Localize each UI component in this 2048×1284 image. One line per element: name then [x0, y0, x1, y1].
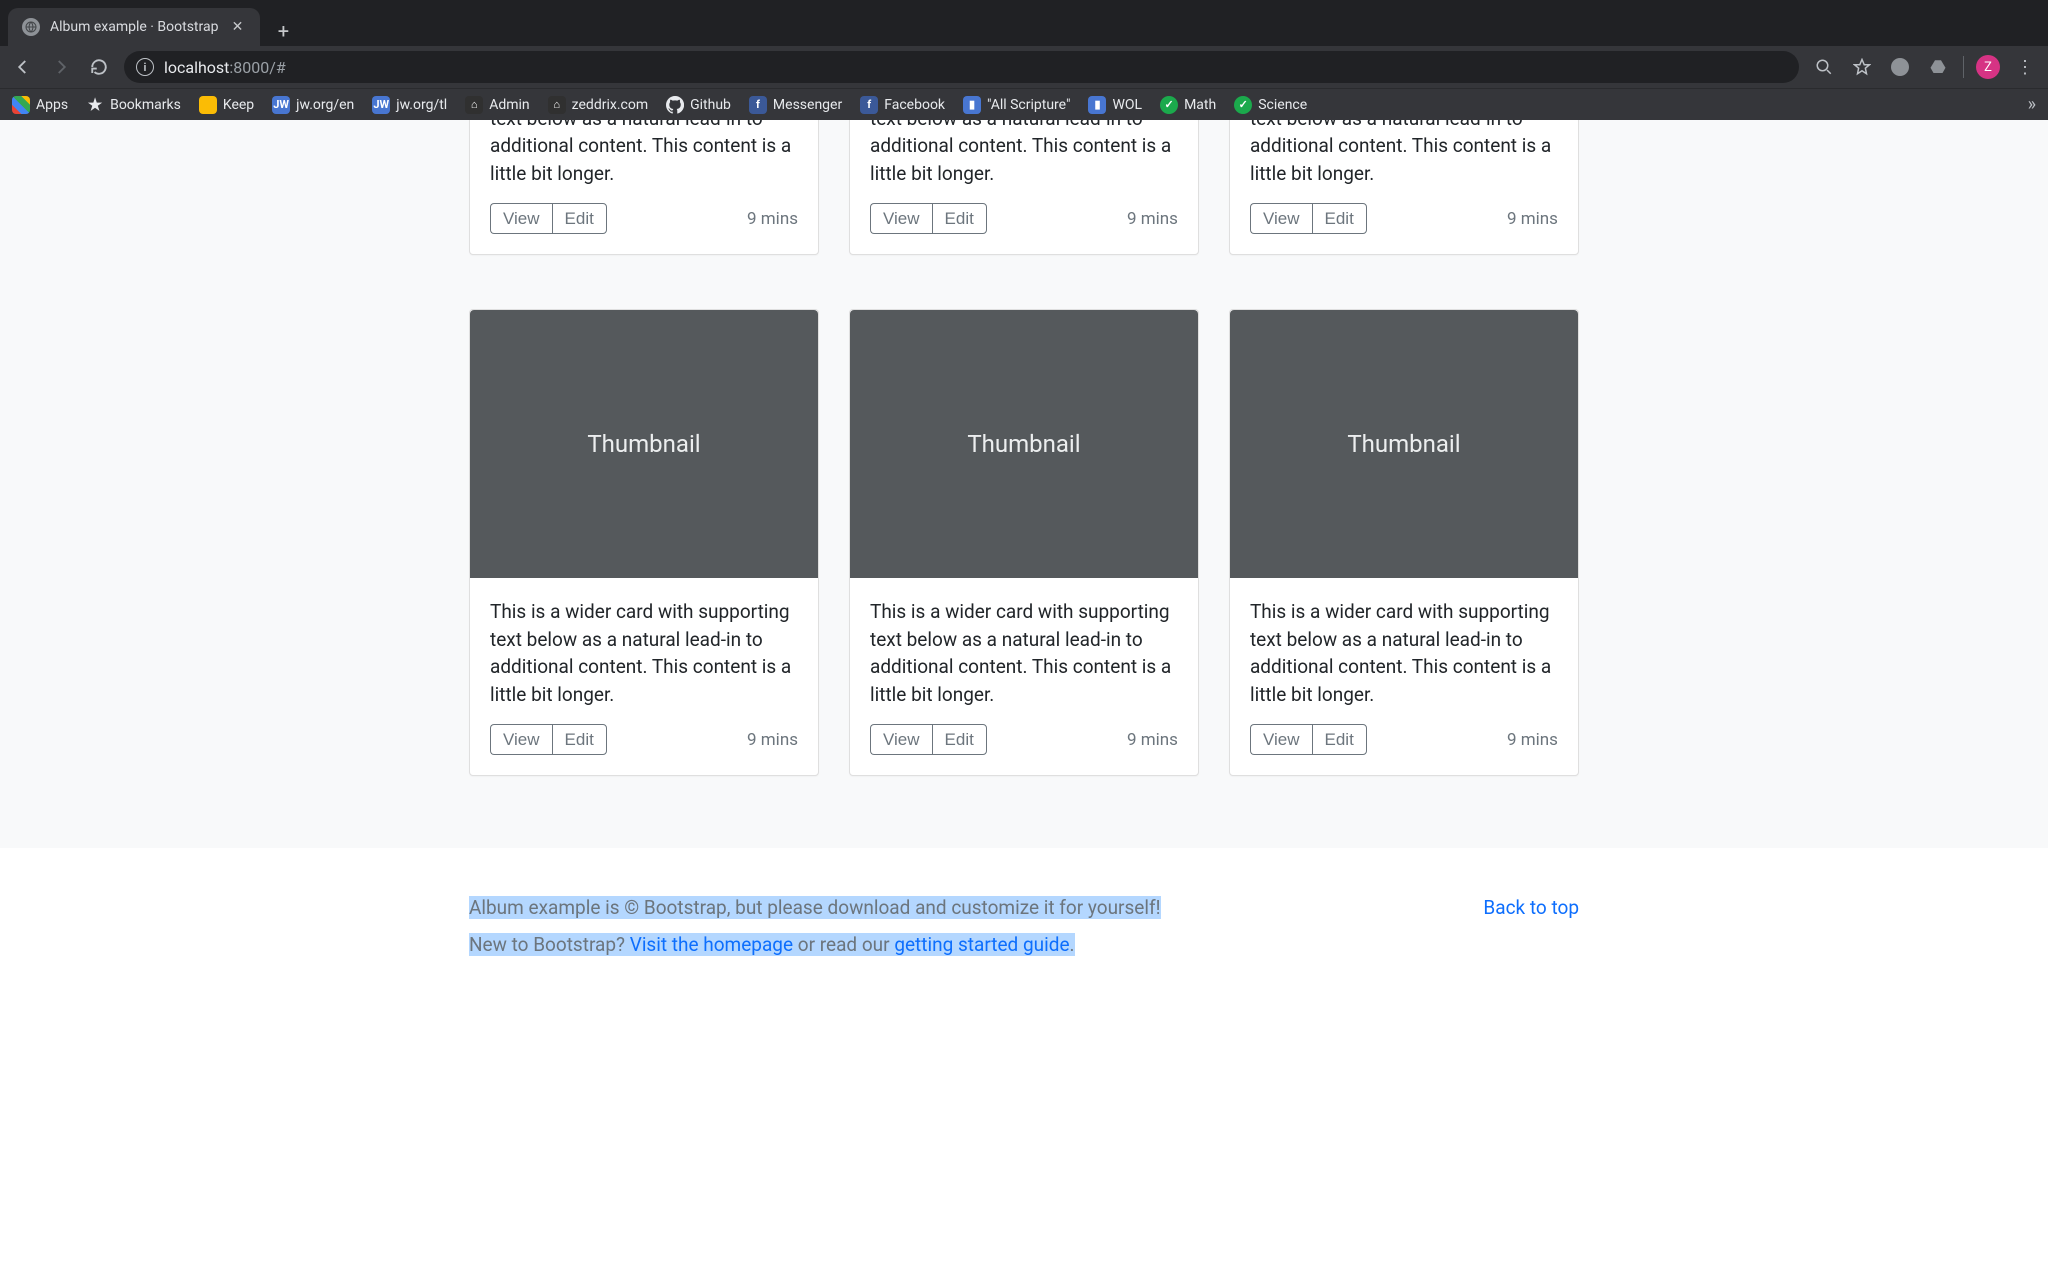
card-time: 9 mins: [747, 730, 798, 750]
profile-avatar[interactable]: Z: [1976, 55, 2000, 79]
page-footer: Back to top Album example is © Bootstrap…: [0, 848, 2048, 1018]
footer-line-2: New to Bootstrap? Visit the homepage or …: [469, 933, 1579, 956]
bookmark-scripture[interactable]: ▮"All Scripture": [963, 96, 1070, 114]
bookmark-jw-tl[interactable]: JWjw.org/tl: [372, 96, 447, 114]
card-text: This is a wider card with supporting tex…: [1250, 598, 1558, 708]
edit-button[interactable]: Edit: [932, 724, 987, 755]
card-time: 9 mins: [1127, 730, 1178, 750]
zoom-icon[interactable]: [1811, 54, 1837, 80]
math-icon: ✓: [1160, 96, 1178, 114]
view-button[interactable]: View: [490, 724, 552, 755]
view-button[interactable]: View: [1250, 724, 1312, 755]
card-time: 9 mins: [1507, 730, 1558, 750]
back-to-top-link[interactable]: Back to top: [1483, 896, 1579, 919]
site-icon: ⌂: [548, 96, 566, 114]
edit-button[interactable]: Edit: [552, 724, 607, 755]
star-icon[interactable]: [1849, 54, 1875, 80]
bookmark-facebook[interactable]: fFacebook: [860, 96, 945, 114]
edit-button[interactable]: Edit: [1312, 724, 1367, 755]
bookmarks-overflow-button[interactable]: »: [2028, 94, 2036, 115]
bookmark-apps[interactable]: Apps: [12, 96, 68, 114]
bookmark-jw-en[interactable]: JWjw.org/en: [272, 96, 354, 114]
jw-icon: JW: [272, 96, 290, 114]
footer-line-1: Album example is © Bootstrap, but please…: [469, 896, 1579, 919]
apps-icon: [12, 96, 30, 114]
admin-icon: ⌂: [465, 96, 483, 114]
bookmark-math[interactable]: ✓Math: [1160, 96, 1216, 114]
tab-title: Album example · Bootstrap: [50, 19, 218, 35]
star-icon: ★: [86, 96, 104, 114]
edit-button[interactable]: Edit: [1312, 203, 1367, 234]
bookmarks-bar: Apps ★Bookmarks Keep JWjw.org/en JWjw.or…: [0, 88, 2048, 120]
bookmark-science[interactable]: ✓Science: [1234, 96, 1307, 114]
card-text: This is a wider card with supporting tex…: [490, 120, 798, 187]
album-card: Thumbnail This is a wider card with supp…: [1229, 309, 1579, 776]
bookmark-admin[interactable]: ⌂Admin: [465, 96, 529, 114]
science-icon: ✓: [1234, 96, 1252, 114]
extension-icon[interactable]: [1887, 54, 1913, 80]
bookmark-bookmarks[interactable]: ★Bookmarks: [86, 96, 181, 114]
homepage-link[interactable]: Visit the homepage: [630, 933, 793, 956]
browser-chrome: Album example · Bootstrap ✕ + i localhos…: [0, 0, 2048, 120]
page-viewport[interactable]: Thumbnail This is a wider card with supp…: [0, 120, 2048, 1284]
book-icon: ▮: [1088, 96, 1106, 114]
view-button[interactable]: View: [870, 203, 932, 234]
bookmark-messenger[interactable]: fMessenger: [749, 96, 842, 114]
drive-icon[interactable]: [1925, 54, 1951, 80]
facebook-icon: f: [860, 96, 878, 114]
thumbnail: Thumbnail: [1230, 310, 1578, 578]
album-card: Thumbnail This is a wider card with supp…: [849, 309, 1199, 776]
thumbnail: Thumbnail: [470, 310, 818, 578]
address-bar[interactable]: i localhost:8000/#: [124, 51, 1799, 83]
bookmark-github[interactable]: Github: [666, 96, 731, 114]
edit-button[interactable]: Edit: [932, 203, 987, 234]
card-time: 9 mins: [1507, 209, 1558, 229]
card-text: This is a wider card with supporting tex…: [1250, 120, 1558, 187]
album-section: Thumbnail This is a wider card with supp…: [0, 120, 2048, 848]
site-info-icon[interactable]: i: [136, 58, 154, 76]
album-card: Thumbnail This is a wider card with supp…: [849, 120, 1199, 255]
bookmark-zeddrix[interactable]: ⌂zeddrix.com: [548, 96, 648, 114]
toolbar-divider: [1963, 56, 1964, 78]
facebook-icon: f: [749, 96, 767, 114]
thumbnail: Thumbnail: [850, 310, 1198, 578]
card-text: This is a wider card with supporting tex…: [870, 120, 1178, 187]
page-content: Thumbnail This is a wider card with supp…: [0, 120, 2048, 1018]
card-grid: Thumbnail This is a wider card with supp…: [469, 120, 1579, 800]
reload-button[interactable]: [86, 54, 112, 80]
github-icon: [666, 96, 684, 114]
getting-started-link[interactable]: getting started guide: [894, 933, 1069, 956]
view-button[interactable]: View: [1250, 203, 1312, 234]
close-icon[interactable]: ✕: [228, 19, 246, 35]
album-card: Thumbnail This is a wider card with supp…: [469, 120, 819, 255]
card-text: This is a wider card with supporting tex…: [870, 598, 1178, 708]
album-card: Thumbnail This is a wider card with supp…: [469, 309, 819, 776]
edit-button[interactable]: Edit: [552, 203, 607, 234]
book-icon: ▮: [963, 96, 981, 114]
url-text: localhost:8000/#: [164, 58, 286, 77]
card-text: This is a wider card with supporting tex…: [490, 598, 798, 708]
album-card: Thumbnail This is a wider card with supp…: [1229, 120, 1579, 255]
new-tab-button[interactable]: +: [268, 16, 298, 46]
back-button[interactable]: [10, 54, 36, 80]
jw-icon: JW: [372, 96, 390, 114]
browser-tab[interactable]: Album example · Bootstrap ✕: [8, 8, 260, 46]
bookmark-keep[interactable]: Keep: [199, 96, 254, 114]
view-button[interactable]: View: [870, 724, 932, 755]
chrome-menu-button[interactable]: ⋮: [2012, 57, 2038, 78]
card-time: 9 mins: [1127, 209, 1178, 229]
card-time: 9 mins: [747, 209, 798, 229]
globe-icon: [22, 18, 40, 36]
bookmark-wol[interactable]: ▮WOL: [1088, 96, 1142, 114]
tab-strip: Album example · Bootstrap ✕ +: [0, 0, 2048, 46]
browser-toolbar: i localhost:8000/# Z ⋮: [0, 46, 2048, 88]
keep-icon: [199, 96, 217, 114]
forward-button[interactable]: [48, 54, 74, 80]
view-button[interactable]: View: [490, 203, 552, 234]
